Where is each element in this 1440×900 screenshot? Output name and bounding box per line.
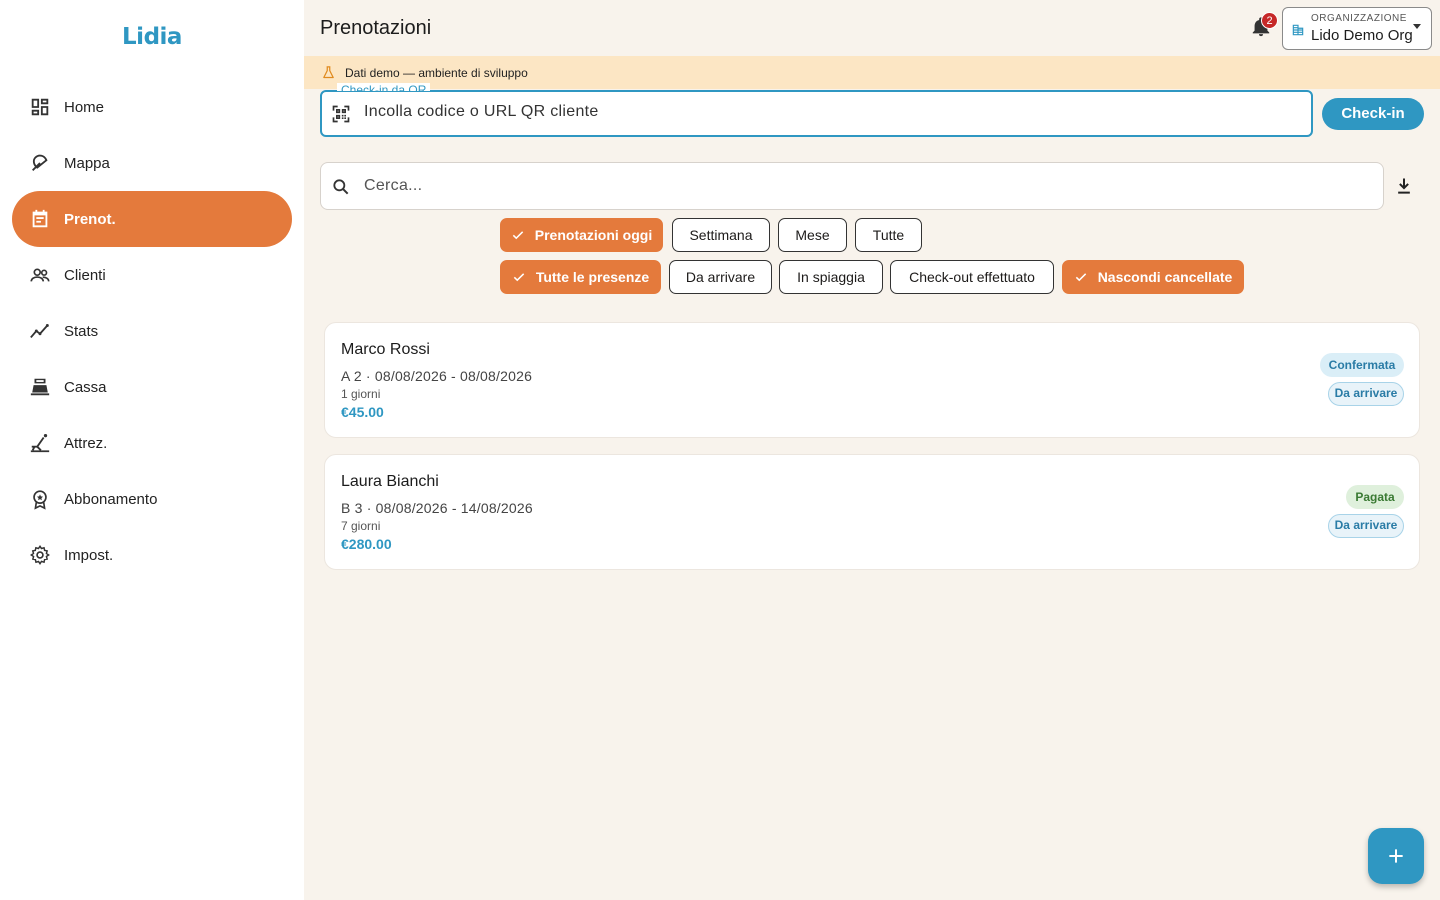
notification-badge: 2 [1261, 12, 1278, 29]
booking-card[interactable]: Laura Bianchi B 3 · 08/08/2026 - 14/08/2… [324, 454, 1420, 570]
filter-chip-on-beach[interactable]: In spiaggia [779, 260, 883, 294]
plus-icon [1389, 849, 1403, 863]
sidebar: Lidia Home Mappa Prenot. Clienti Stats C… [0, 0, 304, 900]
booking-days: 7 giorni [341, 519, 381, 533]
filter-chip-label: Tutte le presenze [535, 269, 650, 285]
add-booking-button[interactable] [1368, 828, 1424, 884]
sidebar-item-label: Home [64, 98, 105, 116]
status-badge: Pagata [1346, 485, 1404, 509]
dashboard-icon [28, 95, 52, 119]
filter-chip-label: Tutte [872, 227, 905, 243]
filter-chip-label: Da arrivare [685, 269, 756, 285]
filter-chip-all-presences[interactable]: Tutte le presenze [500, 260, 661, 294]
people-icon [28, 263, 52, 287]
cash-register-icon [28, 375, 52, 399]
qr-checkin-field[interactable]: Check-in da QR Incolla codice o URL QR c… [320, 83, 1313, 137]
sidebar-item-impost[interactable]: Impost. [12, 527, 292, 583]
filter-chip-arriving[interactable]: Da arrivare [669, 260, 772, 294]
filter-chip-label: Mese [795, 227, 830, 243]
filter-chip-week[interactable]: Settimana [672, 218, 770, 252]
sidebar-item-stats[interactable]: Stats [12, 303, 292, 359]
award-icon [28, 487, 52, 511]
booking-dates: B 3 · 08/08/2026 - 14/08/2026 [341, 500, 533, 516]
presence-badge: Da arrivare [1328, 382, 1404, 406]
filter-chip-month[interactable]: Mese [778, 218, 847, 252]
qr-code-scan-icon [332, 105, 350, 123]
search-field[interactable]: Cerca... [320, 162, 1384, 210]
sidebar-item-label: Cassa [64, 378, 107, 396]
booking-days: 1 giorni [341, 387, 381, 401]
trend-chart-icon [28, 319, 52, 343]
sidebar-item-attrez[interactable]: Attrez. [12, 415, 292, 471]
check-icon [513, 273, 525, 282]
organization-label: ORGANIZZAZIONE [1311, 13, 1407, 24]
filter-chip-label: Check-out effettuato [909, 269, 1035, 285]
organization-value: Lido Demo Org [1311, 27, 1413, 44]
sidebar-item-label: Stats [64, 322, 99, 340]
presence-badge: Da arrivare [1328, 514, 1404, 538]
sidebar-item-abbonamento[interactable]: Abbonamento [12, 471, 292, 527]
sidebar-item-label: Mappa [64, 154, 110, 172]
banner-text: Dati demo — ambiente di sviluppo [345, 65, 528, 80]
search-input[interactable]: Cerca... [364, 177, 422, 195]
flask-icon [323, 66, 334, 79]
check-icon [512, 231, 523, 240]
filter-chip-label: In spiaggia [797, 269, 865, 285]
app-logo[interactable]: Lidia [0, 24, 304, 50]
download-icon [1398, 178, 1410, 194]
filter-chip-checked-out[interactable]: Check-out effettuato [890, 260, 1054, 294]
customer-name: Laura Bianchi [341, 473, 439, 490]
qr-code-input[interactable]: Incolla codice o URL QR cliente [364, 103, 599, 121]
caret-down-icon [1413, 24, 1421, 29]
calendar-icon [28, 207, 52, 231]
sidebar-item-home[interactable]: Home [12, 79, 292, 135]
organization-select[interactable]: ORGANIZZAZIONE Lido Demo Org [1282, 7, 1432, 50]
sidebar-item-label: Prenot. [64, 210, 116, 228]
sidebar-item-label: Abbonamento [64, 490, 158, 508]
customer-name: Marco Rossi [341, 341, 430, 358]
sidebar-item-cassa[interactable]: Cassa [12, 359, 292, 415]
sidebar-item-label: Attrez. [64, 434, 108, 452]
sidebar-item-label: Impost. [64, 546, 114, 564]
page-title: Prenotazioni [320, 17, 432, 39]
filter-chip-hide-cancelled[interactable]: Nascondi cancellate [1062, 260, 1244, 294]
booking-price: €45.00 [341, 404, 384, 420]
booking-price: €280.00 [341, 536, 392, 552]
qr-field-label: Check-in da QR [337, 83, 431, 91]
filter-chip-all[interactable]: Tutte [855, 218, 922, 252]
booking-dates: A 2 · 08/08/2026 - 08/08/2026 [341, 368, 533, 384]
deck-chair-icon [28, 431, 52, 455]
check-icon [1075, 273, 1086, 282]
demo-banner: Dati demo — ambiente di sviluppo [304, 56, 1440, 89]
sidebar-item-mappa[interactable]: Mappa [12, 135, 292, 191]
sidebar-item-label: Clienti [64, 266, 106, 284]
filter-chip-today[interactable]: Prenotazioni oggi [500, 218, 663, 252]
filter-chip-label: Nascondi cancellate [1097, 269, 1233, 285]
booking-card[interactable]: Marco Rossi A 2 · 08/08/2026 - 08/08/202… [324, 322, 1420, 438]
sidebar-item-prenot[interactable]: Prenot. [12, 191, 292, 247]
filter-chip-label: Settimana [689, 227, 753, 243]
filter-chip-label: Prenotazioni oggi [534, 227, 653, 243]
checkin-button[interactable]: Check-in [1322, 98, 1424, 130]
gear-icon [28, 543, 52, 567]
status-badge: Confermata [1320, 353, 1404, 377]
beach-umbrella-icon [28, 151, 52, 175]
sidebar-nav: Home Mappa Prenot. Clienti Stats Cassa A… [12, 79, 292, 583]
search-icon [333, 179, 349, 195]
building-icon [1292, 24, 1304, 36]
download-button[interactable] [1394, 176, 1414, 196]
sidebar-item-clienti[interactable]: Clienti [12, 247, 292, 303]
